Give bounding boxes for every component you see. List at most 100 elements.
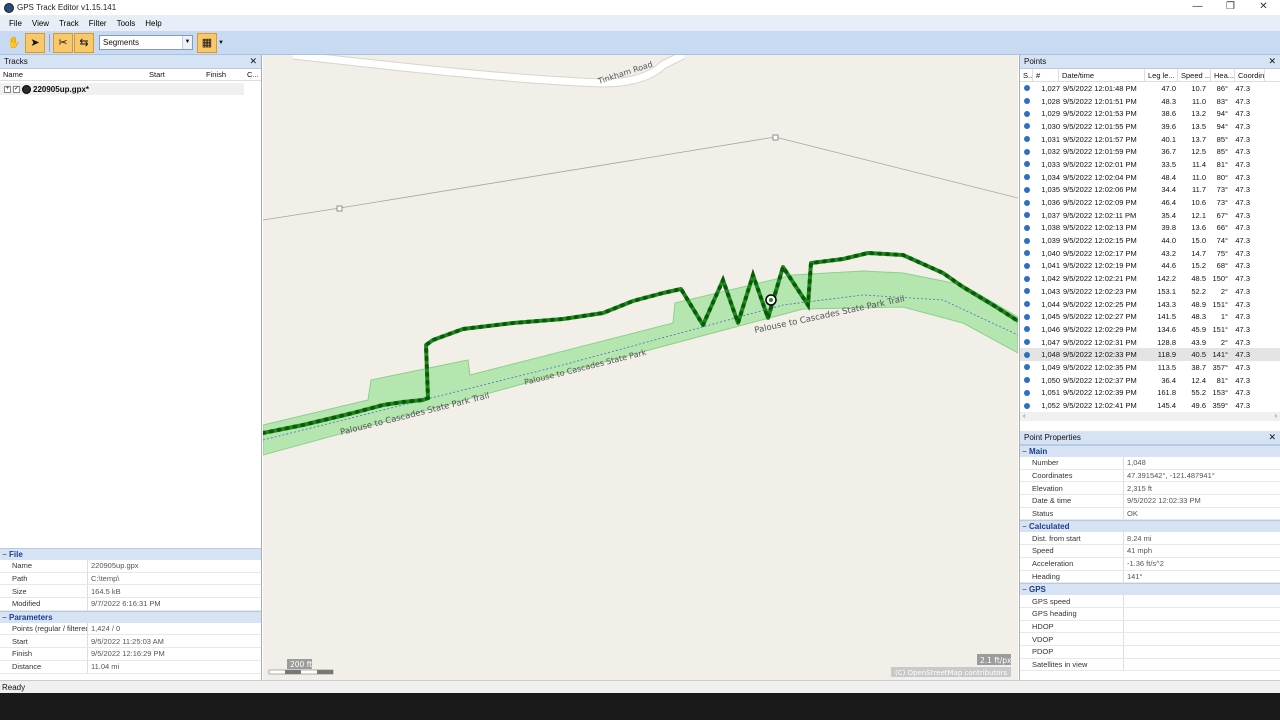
point-coordinates: 47.3 <box>1235 261 1250 271</box>
point-heading: 85° <box>1216 147 1228 157</box>
col-heading[interactable]: Hea... <box>1211 69 1235 81</box>
point-datetime: 9/5/2022 12:01:59 PM <box>1063 147 1137 157</box>
point-row[interactable]: 1,040 9/5/2022 12:02:17 PM 43.2 14.7 75° 47.3 <box>1020 247 1280 260</box>
menu-help[interactable]: Help <box>140 19 166 28</box>
map-attribution[interactable]: (C) OpenStreetMap contributors <box>895 669 1007 677</box>
point-row[interactable]: 1,047 9/5/2022 12:02:31 PM 128.8 43.9 2° 47.3 <box>1020 336 1280 349</box>
col-start[interactable]: Start <box>146 70 203 79</box>
point-row[interactable]: 1,043 9/5/2022 12:02:23 PM 153.1 52.2 2° 47.3 <box>1020 285 1280 298</box>
close-icon[interactable]: ✕ <box>249 56 257 67</box>
menu-track[interactable]: Track <box>54 19 84 28</box>
col-datetime[interactable]: Date/time <box>1059 69 1145 81</box>
col-c[interactable]: C... <box>244 70 260 79</box>
point-row[interactable]: 1,051 9/5/2022 12:02:39 PM 161.8 55.2 153° 47… <box>1020 387 1280 400</box>
point-row[interactable]: 1,042 9/5/2022 12:02:21 PM 142.2 48.5 150° 47… <box>1020 272 1280 285</box>
points-hscrollbar[interactable]: ‹ › <box>1020 411 1280 421</box>
point-row[interactable]: 1,049 9/5/2022 12:02:35 PM 113.5 38.7 357° 47… <box>1020 361 1280 374</box>
point-row[interactable]: 1,039 9/5/2022 12:02:15 PM 44.0 15.0 74° 47.3 <box>1020 234 1280 247</box>
section-gps[interactable]: − GPS <box>1020 583 1280 596</box>
map-layer-dropdown-icon[interactable]: ▼ <box>218 40 224 46</box>
point-row[interactable]: 1,027 9/5/2022 12:01:48 PM 47.0 10.7 86° 47.3 <box>1020 82 1280 95</box>
join-tool-button[interactable]: ⇆ <box>74 32 94 53</box>
point-heading: 68° <box>1216 261 1228 271</box>
collapse-icon[interactable]: − <box>1020 585 1029 594</box>
map-layer-button[interactable]: ▦ <box>197 32 217 53</box>
collapse-icon[interactable]: − <box>1020 447 1029 456</box>
point-row[interactable]: 1,050 9/5/2022 12:02:37 PM 36.4 12.4 81° 47.3 <box>1020 374 1280 387</box>
expand-icon[interactable]: + <box>4 85 11 93</box>
point-row[interactable]: 1,032 9/5/2022 12:01:59 PM 36.7 12.5 85° 47.3 <box>1020 145 1280 158</box>
point-row[interactable]: 1,031 9/5/2022 12:01:57 PM 40.1 13.7 85° 47.3 <box>1020 133 1280 146</box>
pan-tool-button[interactable]: ✋ <box>4 33 24 53</box>
scroll-right-icon[interactable]: › <box>1275 413 1277 420</box>
col-finish[interactable]: Finish <box>203 70 244 79</box>
point-row[interactable]: 1,030 9/5/2022 12:01:55 PM 39.6 13.5 94° 47.3 <box>1020 120 1280 133</box>
point-row[interactable]: 1,033 9/5/2022 12:02:01 PM 33.5 11.4 81° 47.3 <box>1020 158 1280 171</box>
menu-file[interactable]: File <box>4 19 27 28</box>
section-file[interactable]: − File <box>0 548 261 560</box>
col-leg-length[interactable]: Leg le... <box>1145 69 1178 81</box>
minimize-button[interactable]: — <box>1181 0 1214 15</box>
section-main[interactable]: − Main <box>1020 445 1280 457</box>
split-tool-button[interactable]: ✂ <box>53 32 73 53</box>
prop-row: Name 220905up.gpx <box>0 560 261 573</box>
point-number: 1,052 <box>1041 401 1060 411</box>
col-status[interactable]: S... <box>1020 69 1033 81</box>
point-speed: 11.7 <box>1191 185 1206 195</box>
point-row[interactable]: 1,041 9/5/2022 12:02:19 PM 44.6 15.2 68° 47.3 <box>1020 260 1280 273</box>
point-coordinates: 47.3 <box>1235 324 1250 334</box>
section-parameters-label: Parameters <box>9 612 53 622</box>
point-datetime: 9/5/2022 12:02:19 PM <box>1063 261 1137 271</box>
point-row[interactable]: 1,045 9/5/2022 12:02:27 PM 141.5 48.3 1° 47.3 <box>1020 310 1280 323</box>
point-status-icon <box>1024 351 1030 358</box>
col-coordinates[interactable]: Coordin <box>1235 69 1265 81</box>
col-name[interactable]: Name <box>0 70 146 79</box>
point-row[interactable]: 1,046 9/5/2022 12:02:29 PM 134.6 45.9 151° 47… <box>1020 323 1280 336</box>
taskbar-strip <box>0 693 1280 720</box>
point-leg-length: 40.1 <box>1161 134 1176 144</box>
section-calculated[interactable]: − Calculated <box>1020 520 1280 533</box>
mode-select[interactable]: Segments ▼ <box>99 35 193 50</box>
point-row[interactable]: 1,034 9/5/2022 12:02:04 PM 48.4 11.0 80° 47.3 <box>1020 171 1280 184</box>
map-view[interactable]: Tinkham Road Palouse to Cascades State P… <box>263 55 1018 680</box>
restore-button[interactable]: ❐ <box>1214 0 1247 15</box>
point-coordinates: 47.3 <box>1235 96 1250 106</box>
map-canvas[interactable]: Tinkham Road Palouse to Cascades State P… <box>263 55 1018 680</box>
point-number: 1,043 <box>1041 286 1060 296</box>
point-coordinates: 47.3 <box>1235 299 1250 309</box>
points-panel-header: Points ✕ <box>1020 55 1280 69</box>
select-tool-button[interactable]: ➤ <box>25 32 45 53</box>
point-row[interactable]: 1,029 9/5/2022 12:01:53 PM 38.6 13.2 94° 47.3 <box>1020 107 1280 120</box>
tracks-panel-header: Tracks ✕ <box>0 55 261 69</box>
point-speed: 11.0 <box>1191 96 1206 106</box>
scroll-left-icon[interactable]: ‹ <box>1023 413 1025 420</box>
point-datetime: 9/5/2022 12:02:11 PM <box>1063 210 1137 220</box>
chevron-down-icon[interactable]: ▼ <box>182 36 192 49</box>
point-row[interactable]: 1,028 9/5/2022 12:01:51 PM 48.3 11.0 83° 47.3 <box>1020 95 1280 108</box>
collapse-icon[interactable]: − <box>1020 522 1029 531</box>
point-row[interactable]: 1,036 9/5/2022 12:02:09 PM 46.4 10.6 73° 47.3 <box>1020 196 1280 209</box>
point-speed: 12.1 <box>1191 210 1206 220</box>
point-row[interactable]: 1,048 9/5/2022 12:02:33 PM 118.9 40.5 141° 47… <box>1020 348 1280 362</box>
menu-view[interactable]: View <box>27 19 54 28</box>
point-coordinates: 47.3 <box>1235 312 1250 322</box>
point-datetime: 9/5/2022 12:02:06 PM <box>1063 185 1137 195</box>
close-button[interactable]: ✕ <box>1247 0 1280 15</box>
col-speed[interactable]: Speed ... <box>1178 69 1211 81</box>
close-icon[interactable]: ✕ <box>1268 432 1276 443</box>
section-parameters[interactable]: − Parameters <box>0 610 261 623</box>
menu-filter[interactable]: Filter <box>84 19 112 28</box>
point-row[interactable]: 1,044 9/5/2022 12:02:25 PM 143.3 48.9 151° 47… <box>1020 298 1280 311</box>
point-row[interactable]: 1,052 9/5/2022 12:02:41 PM 145.4 49.6 359° 47… <box>1020 399 1280 412</box>
col-number[interactable]: # <box>1033 69 1059 81</box>
close-icon[interactable]: ✕ <box>1268 56 1276 67</box>
track-visible-checkbox[interactable]: ✓ <box>13 85 20 93</box>
point-row[interactable]: 1,035 9/5/2022 12:02:06 PM 34.4 11.7 73° 47.3 <box>1020 184 1280 197</box>
point-row[interactable]: 1,037 9/5/2022 12:02:11 PM 35.4 12.1 67° 47.3 <box>1020 209 1280 222</box>
menu-tools[interactable]: Tools <box>112 19 141 28</box>
point-row[interactable]: 1,038 9/5/2022 12:02:13 PM 39.8 13.6 66° 47.3 <box>1020 222 1280 235</box>
point-heading: 80° <box>1216 172 1228 182</box>
zoom-label: 2.1 ft/px <box>980 656 1012 665</box>
prop-value: 8.24 mi <box>1127 533 1152 543</box>
track-item[interactable]: + ✓ 220905up.gpx* <box>0 83 244 95</box>
